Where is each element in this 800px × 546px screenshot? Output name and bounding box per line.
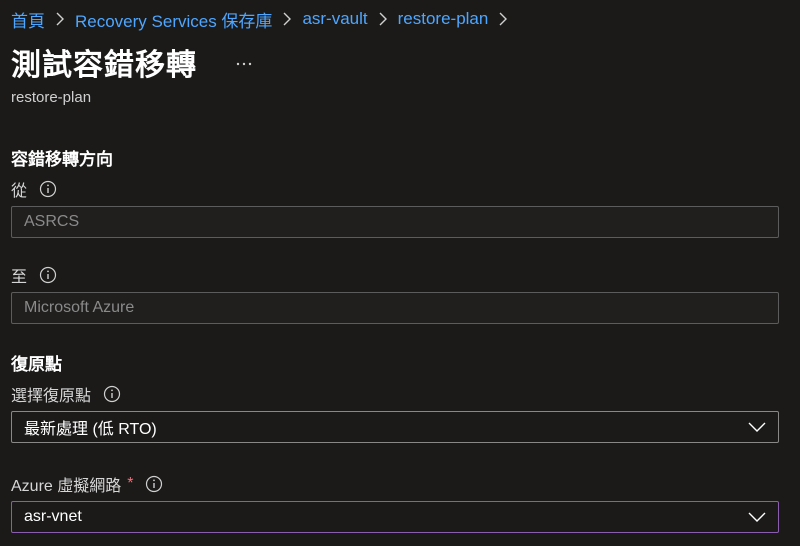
virtual-network-dropdown[interactable]: asr-vnet (11, 501, 779, 533)
info-icon[interactable] (39, 180, 57, 198)
from-label-row: 從 (11, 177, 57, 201)
recovery-point-heading: 復原點 (11, 355, 62, 374)
breadcrumb-asr-vault[interactable]: asr-vault (302, 9, 367, 29)
required-indicator: * (127, 475, 134, 492)
chevron-right-icon (45, 7, 75, 31)
breadcrumb-restore-plan[interactable]: restore-plan (398, 9, 489, 29)
chevron-right-icon (488, 7, 518, 31)
info-icon[interactable] (103, 385, 121, 403)
chevron-right-icon (368, 7, 398, 31)
chevron-down-icon (746, 510, 768, 524)
info-icon[interactable] (145, 475, 163, 493)
recovery-point-selected-value: 最新處理 (低 RTO) (24, 421, 157, 438)
chevron-down-icon (746, 420, 768, 434)
recovery-point-dropdown[interactable]: 最新處理 (低 RTO) (11, 411, 779, 443)
chevron-right-icon (272, 7, 302, 31)
to-label-row: 至 (11, 263, 57, 287)
from-value: ASRCS (24, 213, 80, 230)
breadcrumb: 首頁 Recovery Services 保存庫 asr-vault resto… (11, 7, 518, 31)
virtual-network-label-row: Azure 虛擬網路 * (11, 472, 163, 496)
info-icon[interactable] (39, 266, 57, 284)
from-field: ASRCS (11, 206, 779, 238)
breadcrumb-recovery-services-vaults[interactable]: Recovery Services 保存庫 (75, 7, 272, 32)
page-header: 測試容錯移轉 (11, 40, 257, 84)
virtual-network-label: Azure 虛擬網路 (11, 478, 122, 495)
recovery-point-label-row: 選擇復原點 (11, 382, 121, 406)
recovery-point-label: 選擇復原點 (11, 388, 92, 405)
ellipsis-icon (236, 62, 252, 66)
virtual-network-selected-value: asr-vnet (24, 508, 82, 525)
page-subtitle: restore-plan (11, 89, 92, 106)
from-label: 從 (11, 183, 28, 200)
page-title: 測試容錯移轉 (11, 49, 197, 82)
to-field: Microsoft Azure (11, 292, 779, 324)
failover-direction-heading: 容錯移轉方向 (11, 150, 113, 169)
to-value: Microsoft Azure (24, 299, 135, 316)
breadcrumb-home[interactable]: 首頁 (11, 7, 45, 32)
more-options-button[interactable] (231, 53, 257, 75)
to-label: 至 (11, 269, 28, 286)
